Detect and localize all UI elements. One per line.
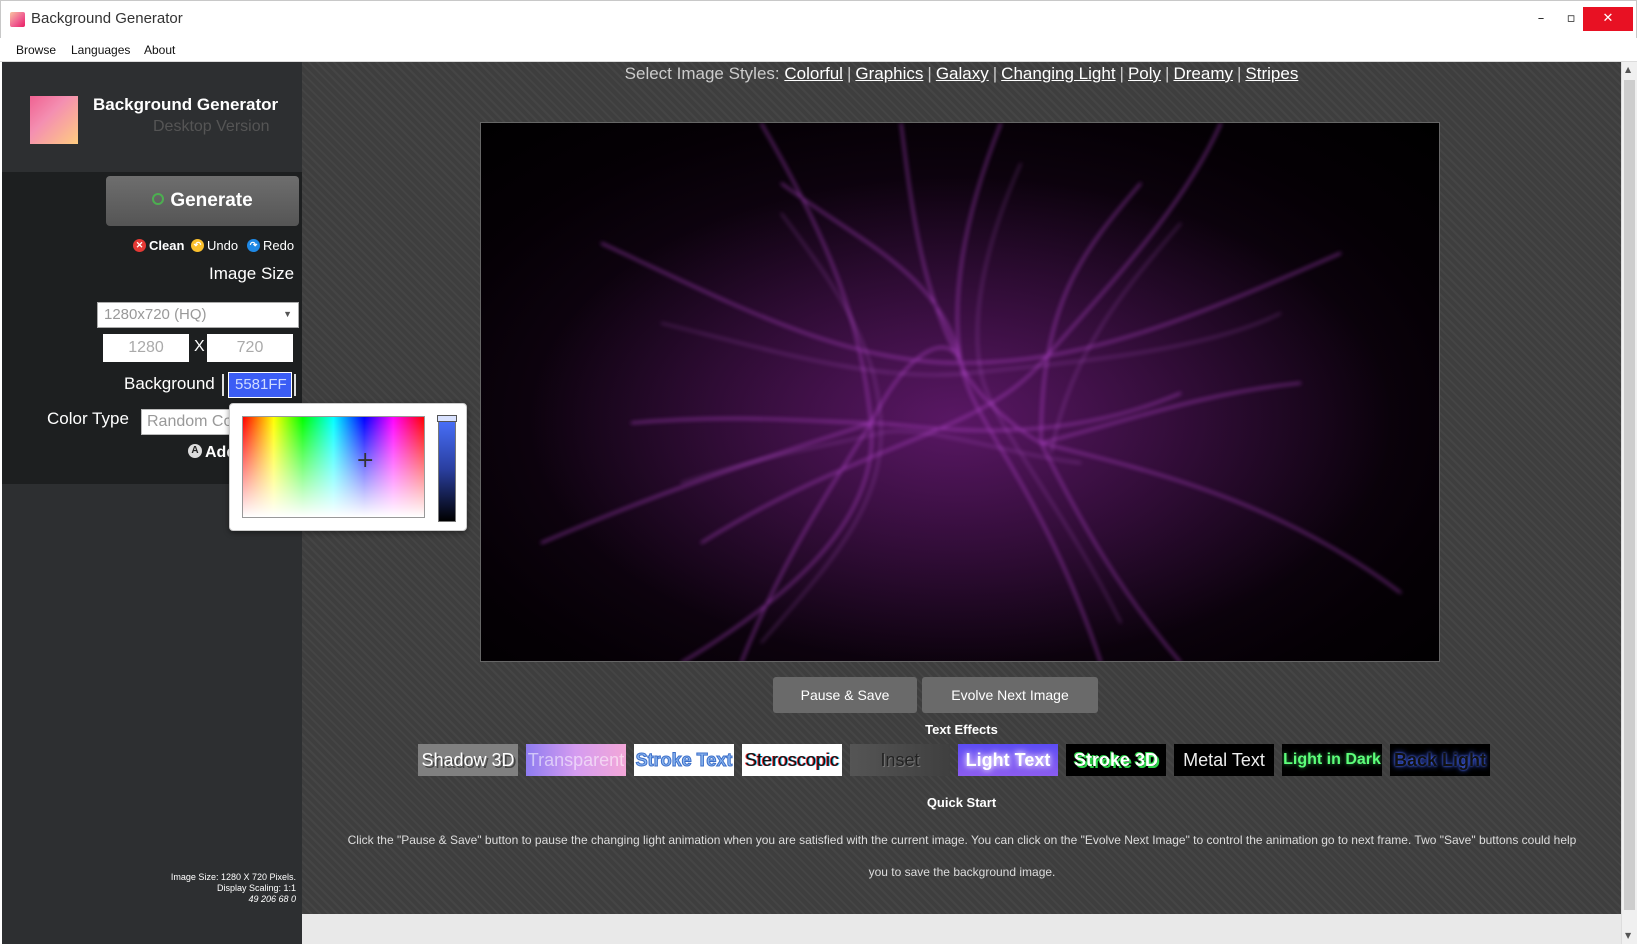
effect-stroke-3d[interactable]: Stroke 3D bbox=[1066, 744, 1166, 776]
add-icon: A bbox=[188, 443, 202, 458]
background-preview bbox=[480, 122, 1440, 662]
undo-button[interactable]: ↶ Undo bbox=[191, 238, 238, 253]
width-input[interactable]: 1280 bbox=[103, 334, 189, 362]
style-link-dreamy[interactable]: Dreamy bbox=[1173, 64, 1233, 83]
style-prefix: Select Image Styles: bbox=[624, 64, 780, 83]
background-color-input[interactable]: 5581FF bbox=[228, 372, 292, 398]
height-input[interactable]: 720 bbox=[207, 334, 293, 362]
evolve-next-button[interactable]: Evolve Next Image bbox=[922, 677, 1098, 713]
clean-label: Clean bbox=[149, 238, 185, 253]
vertical-scrollbar[interactable]: ▲ ▼ bbox=[1621, 62, 1637, 944]
app-icon bbox=[10, 12, 25, 27]
image-size-select[interactable]: 1280x720 (HQ) ▼ bbox=[97, 302, 299, 328]
clean-button[interactable]: ✕ Clean bbox=[133, 238, 184, 253]
color-picker-popup: + bbox=[229, 403, 467, 531]
brand-title: Background Generator bbox=[93, 95, 279, 114]
info-values: 49 206 68 0 bbox=[248, 894, 296, 904]
effect-stereoscopic[interactable]: Steroscopic bbox=[742, 744, 842, 776]
style-separator: | bbox=[992, 64, 998, 83]
undo-icon: ↶ bbox=[191, 239, 204, 253]
brand-subtitle: Desktop Version bbox=[153, 118, 270, 135]
color-field[interactable]: + bbox=[242, 416, 425, 518]
style-separator: | bbox=[927, 64, 932, 83]
brightness-slider[interactable] bbox=[437, 415, 457, 522]
background-label: Background bbox=[124, 374, 215, 393]
info-size: Image Size: 1280 X 720 Pixels. bbox=[170, 872, 296, 882]
sidebar-header: Background Generator Desktop Version bbox=[2, 62, 302, 172]
quick-start-text: Click the "Pause & Save" button to pause… bbox=[347, 833, 1577, 879]
slider-thumb[interactable] bbox=[437, 415, 457, 422]
quick-start-title: Quick Start bbox=[926, 795, 997, 810]
undo-label: Undo bbox=[207, 238, 239, 253]
image-info: Image Size: 1280 X 720 Pixels. Display S… bbox=[171, 872, 296, 905]
main-footer bbox=[302, 914, 1621, 944]
effect-shadow-3d[interactable]: Shadow 3D bbox=[418, 744, 518, 776]
style-link-poly[interactable]: Poly bbox=[1128, 64, 1161, 83]
scroll-up-icon[interactable]: ▲ bbox=[1625, 65, 1631, 74]
menu-bar: Browse Languages About bbox=[0, 38, 1637, 62]
main-area: Select Image Styles: Colorful | Graphics | G… bbox=[302, 62, 1621, 914]
light-pattern bbox=[481, 123, 1439, 661]
crosshair-icon: + bbox=[356, 448, 375, 473]
clean-icon: ✕ bbox=[133, 239, 146, 253]
effect-transparent[interactable]: Transparent bbox=[526, 744, 626, 776]
redo-icon: ↷ bbox=[247, 239, 260, 253]
color-type-input[interactable]: Random Color bbox=[141, 409, 241, 435]
field-divider bbox=[222, 374, 224, 396]
scroll-down-icon[interactable]: ▼ bbox=[1625, 931, 1631, 940]
size-separator: X bbox=[194, 338, 205, 355]
style-separator: | bbox=[1236, 64, 1242, 83]
menu-about[interactable]: About bbox=[144, 43, 175, 57]
pause-save-button[interactable]: Pause & Save bbox=[773, 677, 917, 713]
style-link-colorful[interactable]: Colorful bbox=[784, 64, 843, 83]
redo-label: Redo bbox=[263, 238, 295, 253]
menu-browse[interactable]: Browse bbox=[16, 43, 56, 57]
color-type-label: Color Type bbox=[47, 409, 129, 428]
effect-metal-text[interactable]: Metal Text bbox=[1174, 744, 1274, 776]
generate-button[interactable]: Generate bbox=[106, 176, 299, 226]
effect-inset[interactable]: Inset bbox=[850, 744, 950, 776]
title-bar: Background Generator – ▫ ✕ bbox=[0, 0, 1637, 38]
style-separator: | bbox=[1165, 64, 1170, 83]
image-size-label: Image Size bbox=[209, 264, 295, 283]
info-scaling: Display Scaling: 1:1 bbox=[216, 883, 296, 893]
effect-stroke-text[interactable]: Stroke Text bbox=[634, 744, 734, 776]
style-selector: Select Image Styles: Colorful | Graphics | G… bbox=[302, 64, 1621, 84]
style-link-galaxy[interactable]: Galaxy bbox=[936, 64, 989, 83]
text-effects-title: Text Effects bbox=[925, 722, 998, 737]
effect-light-in-dark[interactable]: Light in Dark bbox=[1282, 744, 1382, 776]
close-button[interactable]: ✕ bbox=[1583, 7, 1633, 31]
style-separator: | bbox=[1119, 64, 1124, 83]
style-separator: | bbox=[846, 64, 852, 83]
effect-light-text[interactable]: Light Text bbox=[958, 744, 1058, 776]
field-divider bbox=[294, 374, 296, 396]
generate-icon bbox=[152, 192, 165, 205]
app-logo bbox=[30, 96, 78, 144]
redo-button[interactable]: ↷ Redo bbox=[247, 238, 294, 253]
image-size-value: 1280x720 (HQ) bbox=[104, 306, 207, 323]
scroll-thumb[interactable] bbox=[1624, 80, 1635, 910]
effect-back-light[interactable]: Back Light bbox=[1390, 744, 1490, 776]
window-title: Background Generator bbox=[31, 10, 183, 27]
style-link-graphics[interactable]: Graphics bbox=[855, 64, 923, 83]
style-link-stripes[interactable]: Stripes bbox=[1245, 64, 1298, 83]
generate-label: Generate bbox=[170, 190, 253, 211]
style-link-changing-light[interactable]: Changing Light bbox=[1001, 64, 1115, 83]
chevron-down-icon: ▼ bbox=[283, 309, 292, 319]
menu-languages[interactable]: Languages bbox=[71, 43, 130, 57]
